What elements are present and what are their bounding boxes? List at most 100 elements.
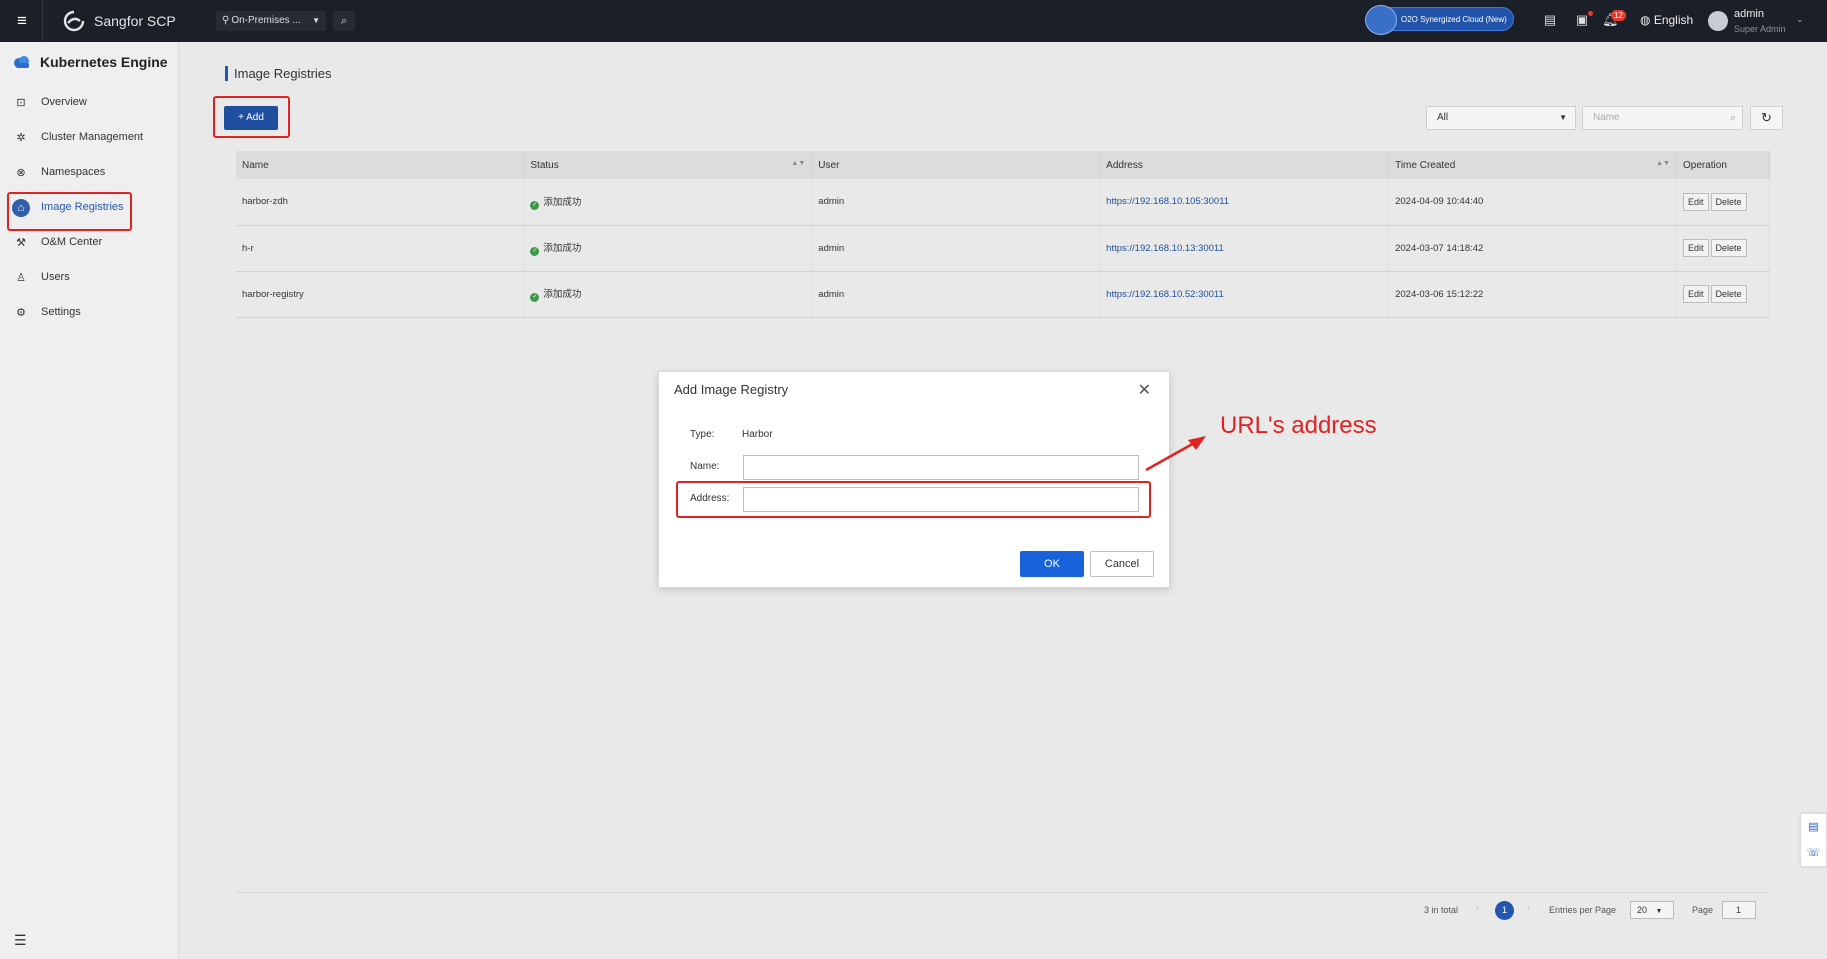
add-image-registry-dialog: Add Image Registry ✕ Type: Harbor Name: …: [658, 371, 1170, 588]
edit-button[interactable]: Edit: [1682, 285, 1709, 303]
table-row: harbor-registry ✓ 添加成功 admin https://192.…: [236, 271, 1771, 318]
search-icon[interactable]: ⌕: [333, 11, 355, 31]
close-icon[interactable]: ✕: [1138, 380, 1151, 400]
entries-per-page-select[interactable]: 20 ▼: [1630, 901, 1674, 919]
search-icon: ⌕: [1729, 112, 1736, 124]
sidebar-item-users[interactable]: ♙ Users: [0, 262, 179, 294]
o2o-cloud-button[interactable]: O2O Synergized Cloud (New): [1365, 5, 1514, 35]
cell-address: https://192.168.10.13:30011: [1099, 225, 1390, 272]
page-label: Page: [1692, 905, 1714, 915]
address-link[interactable]: https://192.168.10.52:30011: [1106, 289, 1224, 300]
refresh-icon: ↻: [1761, 110, 1772, 125]
cell-address: https://192.168.10.52:30011: [1099, 271, 1390, 318]
support-icon[interactable]: ☏: [1801, 840, 1826, 866]
cell-operation: Edit Delete: [1676, 225, 1771, 272]
table-row: harbor-zdh ✓ 添加成功 admin https://192.168.1…: [236, 179, 1771, 226]
address-link[interactable]: https://192.168.10.105:30011: [1106, 196, 1229, 207]
sidebar-item-label: Namespaces: [41, 166, 106, 178]
chevron-down-icon: ▼: [1559, 113, 1567, 122]
edit-button[interactable]: Edit: [1682, 239, 1709, 257]
table-header-row: Name Status ▲▼ User Address Time Created ▲…: [236, 151, 1771, 179]
environment-label: On-Premises ...: [231, 15, 301, 26]
page-number-current[interactable]: 1: [1495, 901, 1514, 920]
divider: [236, 892, 1770, 893]
location-pin-icon: ⚲: [222, 15, 230, 26]
task-alert-dot: [1588, 11, 1593, 16]
sort-icon[interactable]: ▲▼: [1656, 160, 1670, 167]
cell-name: h-r: [236, 225, 525, 272]
chevron-down-icon: ▼: [312, 16, 320, 25]
sidebar-item-label: Settings: [41, 306, 81, 318]
sidebar-item-overview[interactable]: ⊡ Overview: [0, 87, 179, 119]
menu-icon[interactable]: ≡: [12, 11, 32, 31]
ok-button[interactable]: OK: [1020, 551, 1084, 577]
sidebar-item-settings[interactable]: ⚙ Settings: [0, 297, 179, 329]
prev-page-icon[interactable]: ‹: [1476, 903, 1479, 925]
brand-name: Sangfor SCP: [94, 13, 176, 29]
chevron-down-icon[interactable]: ⌄: [1796, 14, 1804, 25]
address-link[interactable]: https://192.168.10.13:30011: [1106, 243, 1224, 254]
floating-toolbar: ▤ ☏: [1800, 813, 1827, 867]
top-bar: ≡ Sangfor SCP ⚲ On-Premises ... ▼ ⌕ O2O S…: [0, 0, 1827, 42]
cell-operation: Edit Delete: [1676, 179, 1771, 226]
total-count: 3 in total: [1424, 905, 1459, 915]
cancel-button[interactable]: Cancel: [1090, 551, 1154, 577]
column-header-status[interactable]: Status ▲▼: [523, 151, 813, 179]
cell-user: admin: [811, 179, 1101, 226]
column-header-label: Status: [530, 159, 559, 171]
entries-per-page-label: Entries per Page: [1549, 905, 1617, 915]
cell-name: harbor-zdh: [236, 179, 525, 226]
cell-user: admin: [811, 271, 1101, 318]
edit-button[interactable]: Edit: [1682, 192, 1709, 211]
annotation-arrow-icon: [1145, 436, 1206, 472]
language-label: English: [1653, 13, 1694, 27]
cell-time-created: 2024-03-06 15:12:22: [1388, 271, 1677, 318]
page-title: Image Registries: [225, 66, 332, 81]
cluster-icon: ✲: [16, 132, 26, 144]
page-input[interactable]: 1: [1722, 901, 1756, 919]
sidebar-item-label: Overview: [41, 96, 87, 108]
delete-button[interactable]: Delete: [1710, 239, 1747, 257]
search-input[interactable]: Name ⌕: [1582, 106, 1743, 130]
highlight-address-field: [676, 481, 1151, 518]
sort-icon[interactable]: ▲▼: [791, 160, 805, 167]
user-name[interactable]: admin: [1734, 8, 1764, 20]
delete-button[interactable]: Delete: [1710, 285, 1747, 303]
cell-user: admin: [811, 225, 1101, 272]
avatar[interactable]: [1708, 11, 1728, 31]
annotation-label: URL's address: [1220, 412, 1377, 439]
column-header-user: User: [811, 151, 1101, 179]
o2o-label: O2O Synergized Cloud (New): [1401, 15, 1507, 24]
success-icon: ✓: [530, 293, 540, 302]
name-input[interactable]: [743, 455, 1139, 480]
delete-button[interactable]: Delete: [1710, 192, 1747, 211]
collapse-sidebar-icon[interactable]: ☰: [14, 932, 27, 949]
chevron-down-icon: ▼: [1655, 908, 1663, 915]
wrench-icon: ⚒: [16, 237, 26, 249]
sangfor-logo-icon: [63, 10, 85, 32]
cell-status: ✓ 添加成功: [523, 271, 813, 318]
document-icon[interactable]: ▤: [1801, 814, 1826, 840]
cell-address: https://192.168.10.105:30011: [1099, 179, 1390, 226]
sidebar-item-om-center[interactable]: ⚒ O&M Center: [0, 227, 179, 259]
column-header-label: Time Created: [1395, 159, 1456, 171]
next-page-icon[interactable]: ›: [1527, 903, 1530, 925]
column-header-time-created[interactable]: Time Created ▲▼: [1388, 151, 1677, 179]
cell-time-created: 2024-03-07 14:18:42: [1388, 225, 1677, 272]
cell-status: ✓ 添加成功: [523, 225, 813, 272]
sidebar-item-label: Cluster Management: [41, 131, 144, 143]
column-header-operation: Operation: [1676, 151, 1771, 179]
refresh-button[interactable]: ↻: [1750, 106, 1783, 130]
success-icon: ✓: [530, 247, 540, 256]
settings-icon: ⚙: [16, 307, 26, 319]
document-icon[interactable]: ▤: [1542, 12, 1558, 28]
user-icon: ♙: [16, 272, 26, 284]
notification-badge: 12: [1611, 10, 1626, 21]
sidebar-item-cluster-management[interactable]: ✲ Cluster Management: [0, 122, 179, 154]
sidebar-item-namespaces[interactable]: ⊗ Namespaces: [0, 157, 179, 189]
filter-select[interactable]: All ▼: [1426, 106, 1576, 130]
language-selector[interactable]: ◍ English: [1640, 13, 1693, 27]
filter-select-value: All: [1437, 112, 1449, 123]
environment-selector[interactable]: ⚲ On-Premises ... ▼: [216, 11, 326, 31]
column-header-address: Address: [1099, 151, 1390, 179]
